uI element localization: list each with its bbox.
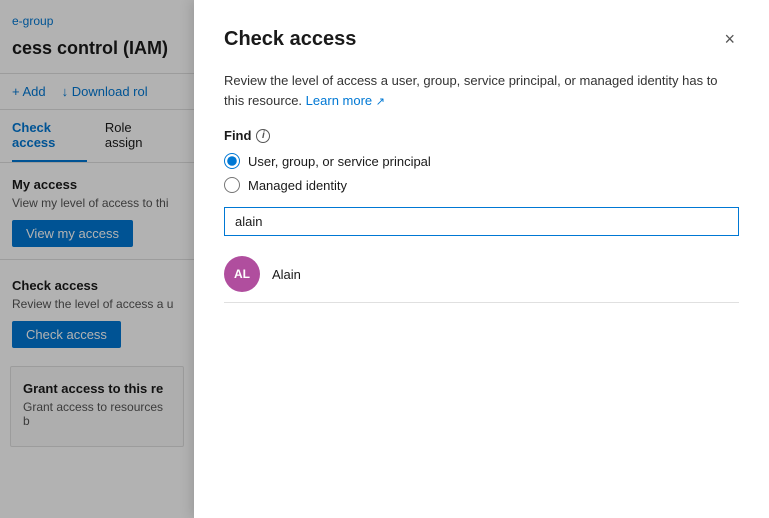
learn-more-link[interactable]: Learn more xyxy=(306,93,372,108)
radio-managed-input[interactable] xyxy=(224,177,240,193)
external-link-icon: ↗ xyxy=(376,96,385,108)
info-icon: i xyxy=(256,129,270,143)
modal-header: Check access × xyxy=(224,28,739,51)
find-label: Find i xyxy=(224,128,739,143)
radio-user-input[interactable] xyxy=(224,153,240,169)
results-divider xyxy=(224,302,739,303)
radio-user-group[interactable]: User, group, or service principal xyxy=(224,153,739,169)
radio-group: User, group, or service principal Manage… xyxy=(224,153,739,193)
search-input[interactable] xyxy=(224,207,739,236)
modal-description: Review the level of access a user, group… xyxy=(224,71,739,110)
result-name: Alain xyxy=(272,267,301,282)
radio-managed-label: Managed identity xyxy=(248,178,347,193)
check-access-modal: Check access × Review the level of acces… xyxy=(194,0,769,518)
search-result-item[interactable]: AL Alain xyxy=(224,250,739,298)
radio-user-label: User, group, or service principal xyxy=(248,154,431,169)
close-button[interactable]: × xyxy=(720,28,739,50)
radio-managed-identity[interactable]: Managed identity xyxy=(224,177,739,193)
avatar: AL xyxy=(224,256,260,292)
modal-title: Check access xyxy=(224,28,356,51)
